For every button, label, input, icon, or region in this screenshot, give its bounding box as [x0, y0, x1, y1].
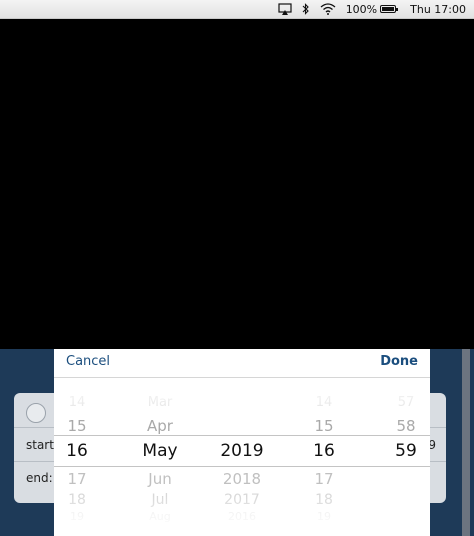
month-option[interactable]: Jul	[130, 492, 190, 508]
hour-option[interactable]: 18	[300, 492, 348, 508]
minute-option[interactable]: 58	[382, 417, 430, 435]
cancel-button[interactable]: Cancel	[66, 354, 110, 369]
hour-option[interactable]: 17	[300, 470, 348, 488]
year-option[interactable]: 2016	[212, 510, 272, 523]
battery-percent: 100%	[345, 2, 378, 16]
day-selected[interactable]: 16	[54, 441, 100, 461]
month-option[interactable]: Apr	[130, 417, 190, 435]
battery-icon	[380, 5, 399, 13]
clock[interactable]: Thu 17:00	[410, 3, 466, 16]
airplay-icon[interactable]	[278, 3, 292, 15]
date-picker-sheet: Cancel Done 14 15 16 17 18 19 Mar Apr Ma…	[54, 349, 430, 536]
picker-toolbar: Cancel Done	[54, 349, 430, 378]
hour-selected[interactable]: 16	[300, 441, 348, 461]
month-option[interactable]: Mar	[130, 395, 190, 410]
day-option[interactable]: 18	[54, 492, 100, 508]
hour-option[interactable]: 15	[300, 417, 348, 435]
wifi-icon[interactable]	[320, 3, 336, 15]
day-option[interactable]: 15	[54, 417, 100, 435]
bluetooth-icon[interactable]	[302, 3, 310, 15]
day-option[interactable]: 19	[54, 510, 100, 523]
hour-option[interactable]: 14	[300, 395, 348, 410]
picker-wheel[interactable]: 14 15 16 17 18 19 Mar Apr May Jun Jul Au…	[54, 378, 430, 536]
month-option[interactable]: Aug	[130, 510, 190, 523]
hour-option[interactable]: 19	[300, 510, 348, 523]
scrollbar[interactable]	[462, 349, 470, 536]
year-option[interactable]: 2018	[212, 470, 272, 488]
year-selected[interactable]: 2019	[212, 441, 272, 461]
month-selected[interactable]: May	[130, 441, 190, 461]
day-option[interactable]: 17	[54, 470, 100, 488]
done-button[interactable]: Done	[380, 354, 418, 369]
year-option[interactable]: 2017	[212, 492, 272, 508]
minute-option[interactable]: 57	[382, 395, 430, 410]
battery-status[interactable]: 100%	[345, 2, 399, 16]
end-label: end:	[26, 471, 53, 485]
wheel-fade-top	[54, 378, 430, 418]
minute-selected[interactable]: 59	[382, 441, 430, 461]
menu-bar: 100% Thu 17:00	[0, 0, 474, 19]
day-option[interactable]: 14	[54, 395, 100, 410]
month-option[interactable]: Jun	[130, 470, 190, 488]
select-radio[interactable]	[26, 403, 46, 423]
